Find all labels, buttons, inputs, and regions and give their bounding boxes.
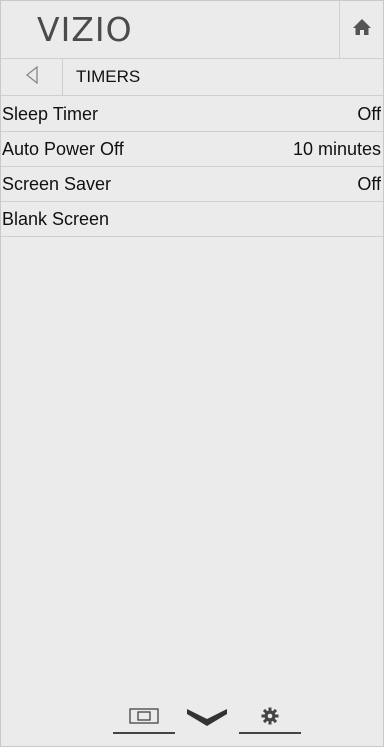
menu-item-auto-power-off[interactable]: Auto Power Off 10 minutes — [1, 132, 383, 167]
timers-menu-list: Sleep Timer Off Auto Power Off 10 minute… — [1, 97, 383, 237]
page-title: TIMERS — [76, 67, 141, 86]
vizio-v-icon — [185, 705, 229, 732]
vizio-tab[interactable] — [179, 701, 235, 735]
brand-logo: VIZIO — [37, 10, 133, 49]
menu-item-screen-saver[interactable]: Screen Saver Off — [1, 167, 383, 202]
home-icon — [352, 17, 372, 42]
settings-tab-underline — [239, 732, 301, 734]
input-tab[interactable] — [113, 701, 175, 735]
title-bar: TIMERS — [1, 59, 383, 96]
menu-item-label: Sleep Timer — [2, 104, 99, 124]
timers-menu-panel: VIZIO TIMERS Sleep Timer Off Auto Power … — [0, 0, 384, 747]
menu-item-value: Off — [357, 104, 381, 124]
menu-item-label: Blank Screen — [2, 209, 110, 229]
menu-item-sleep-timer[interactable]: Sleep Timer Off — [1, 97, 383, 132]
menu-item-label: Auto Power Off — [2, 139, 124, 159]
menu-item-label: Screen Saver — [2, 174, 112, 194]
input-icon — [129, 707, 159, 729]
back-button[interactable] — [1, 59, 63, 95]
gear-icon — [261, 707, 279, 730]
input-tab-underline — [113, 732, 175, 734]
home-button[interactable] — [339, 1, 383, 58]
settings-tab[interactable] — [239, 701, 301, 735]
back-arrow-icon — [25, 65, 39, 89]
menu-item-value: 10 minutes — [292, 139, 381, 159]
bottom-nav-bar — [1, 701, 383, 741]
menu-item-value: Off — [357, 174, 381, 194]
header: VIZIO — [1, 1, 383, 59]
menu-item-blank-screen[interactable]: Blank Screen — [1, 202, 383, 237]
